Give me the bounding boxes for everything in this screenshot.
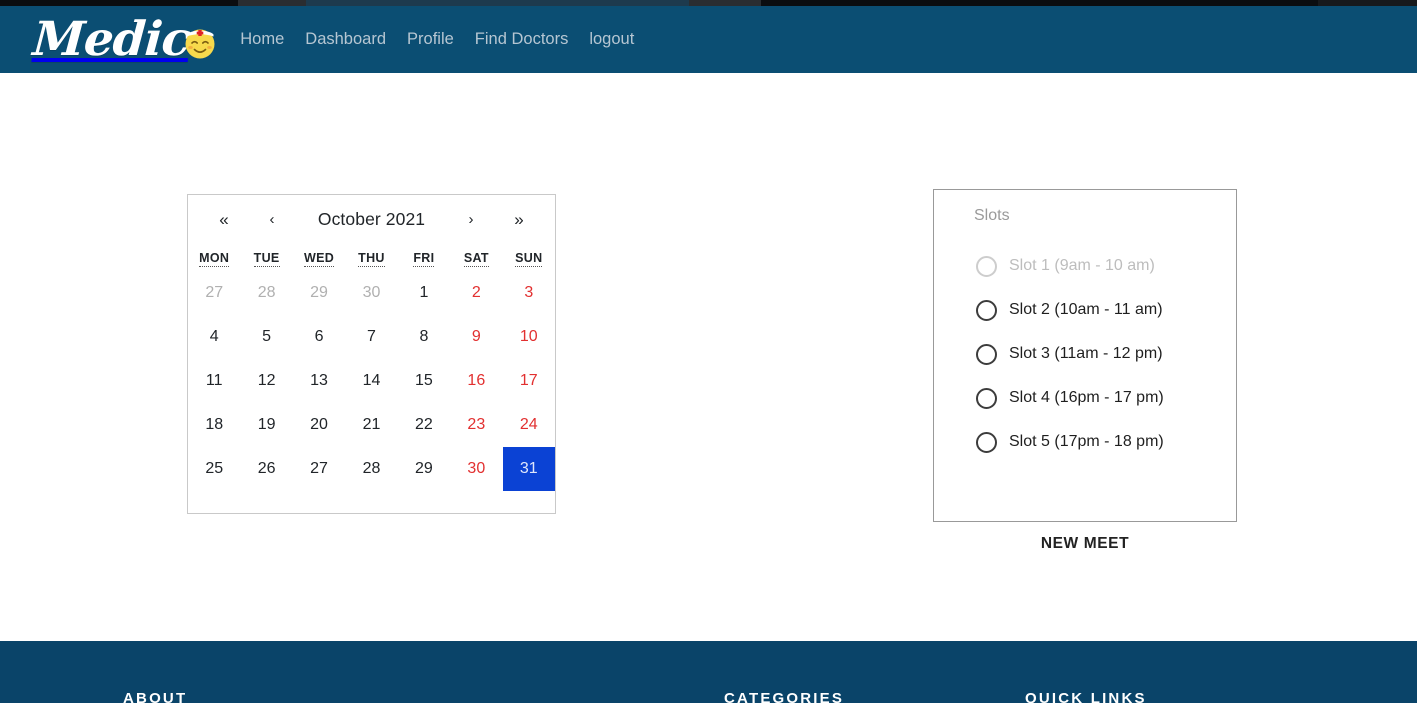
- calendar-day-cell[interactable]: 24: [503, 403, 555, 447]
- calendar-first-button[interactable]: «: [200, 211, 248, 228]
- weekday-label: SUN: [515, 251, 543, 267]
- weekday-label: TUE: [253, 251, 280, 267]
- calendar-day-cell[interactable]: 28: [240, 271, 292, 315]
- slot-option-label: Slot 1 (9am - 10 am): [1009, 257, 1155, 274]
- slot-option-label: Slot 5 (17pm - 18 pm): [1009, 433, 1164, 450]
- radio-button-icon: [976, 255, 997, 277]
- calendar-day-cell[interactable]: 23: [450, 403, 502, 447]
- slot-option-label: Slot 2 (10am - 11 am): [1009, 301, 1163, 318]
- top-navbar: Medic Home Dashboard Profile Find Doctor…: [0, 6, 1417, 73]
- calendar-header: « ‹ October 2021 › »: [188, 195, 555, 243]
- calendar-day-cell[interactable]: 27: [188, 271, 240, 315]
- nav-link-profile[interactable]: Profile: [407, 31, 454, 48]
- calendar-weekday-wed: WED: [293, 243, 345, 271]
- calendar-day-cell[interactable]: 3: [503, 271, 555, 315]
- calendar-weekday-sun: SUN: [503, 243, 555, 271]
- calendar-weekday-sat: SAT: [450, 243, 502, 271]
- calendar-day-cell[interactable]: 17: [503, 359, 555, 403]
- calendar-day-cell[interactable]: 27: [293, 447, 345, 491]
- calendar-day-cell[interactable]: 14: [345, 359, 397, 403]
- calendar-week-row: 18 19 20 21 22 23 24: [188, 403, 555, 447]
- calendar-day-cell[interactable]: 30: [345, 271, 397, 315]
- calendar-weekday-row: MON TUE WED THU FRI SAT SUN: [188, 243, 555, 271]
- slot-option-1: Slot 1 (9am - 10 am): [976, 244, 1216, 288]
- calendar-day-cell[interactable]: 25: [188, 447, 240, 491]
- calendar-grid: MON TUE WED THU FRI SAT SUN 27 28 29 30 1 2 3 4…: [188, 243, 555, 491]
- weekday-label: MON: [199, 251, 230, 267]
- calendar-week-row: 11 12 13 14 15 16 17: [188, 359, 555, 403]
- calendar-day-cell[interactable]: 2: [450, 271, 502, 315]
- radio-button-icon[interactable]: [976, 387, 997, 409]
- slot-option-2[interactable]: Slot 2 (10am - 11 am): [976, 288, 1216, 332]
- radio-button-icon[interactable]: [976, 343, 997, 365]
- calendar-day-cell[interactable]: 18: [188, 403, 240, 447]
- calendar-weekday-mon: MON: [188, 243, 240, 271]
- appointment-calendar: « ‹ October 2021 › » MON TUE WED THU FRI…: [187, 194, 556, 514]
- slot-radio-group: Slot 1 (9am - 10 am) Slot 2 (10am - 11 am…: [976, 244, 1216, 464]
- calendar-day-cell[interactable]: 13: [293, 359, 345, 403]
- nav-link-dashboard[interactable]: Dashboard: [305, 31, 386, 48]
- calendar-day-cell[interactable]: 8: [398, 315, 450, 359]
- nav-links: Home Dashboard Profile Find Doctors logo…: [240, 31, 634, 48]
- calendar-weekday-fri: FRI: [398, 243, 450, 271]
- page-content: « ‹ October 2021 › » MON TUE WED THU FRI…: [0, 73, 1417, 641]
- new-meet-button[interactable]: NEW MEET: [934, 535, 1236, 553]
- slots-panel-title: Slots: [974, 207, 1010, 224]
- calendar-prev-button[interactable]: ‹: [248, 212, 296, 227]
- weekday-label: FRI: [413, 251, 435, 267]
- calendar-day-cell[interactable]: 28: [345, 447, 397, 491]
- footer-heading-categories: CATEGORIES: [724, 690, 845, 707]
- calendar-day-cell[interactable]: 20: [293, 403, 345, 447]
- calendar-week-row: 4 5 6 7 8 9 10: [188, 315, 555, 359]
- calendar-next-button[interactable]: ›: [447, 212, 495, 227]
- calendar-day-cell[interactable]: 1: [398, 271, 450, 315]
- nav-link-logout[interactable]: logout: [589, 31, 634, 48]
- slots-panel: Slots Slot 1 (9am - 10 am) Slot 2 (10am -…: [933, 189, 1237, 552]
- nurse-face-icon: [178, 19, 222, 63]
- calendar-day-cell[interactable]: 30: [450, 447, 502, 491]
- nav-link-home[interactable]: Home: [240, 31, 284, 48]
- calendar-day-cell[interactable]: 21: [345, 403, 397, 447]
- calendar-month-title[interactable]: October 2021: [296, 209, 447, 230]
- calendar-day-cell[interactable]: 12: [240, 359, 292, 403]
- nav-link-find-doctors[interactable]: Find Doctors: [475, 31, 569, 48]
- slot-option-5[interactable]: Slot 5 (17pm - 18 pm): [976, 420, 1216, 464]
- brand-logo[interactable]: Medic: [31, 6, 222, 73]
- footer-heading-about: ABOUT: [123, 690, 188, 707]
- radio-button-icon[interactable]: [976, 431, 997, 453]
- calendar-last-button[interactable]: »: [495, 211, 543, 228]
- calendar-day-selected[interactable]: 31: [502, 447, 555, 491]
- slot-option-3[interactable]: Slot 3 (11am - 12 pm): [976, 332, 1216, 376]
- weekday-label: WED: [304, 251, 335, 267]
- weekday-label: THU: [358, 251, 385, 267]
- calendar-day-cell[interactable]: 16: [450, 359, 502, 403]
- calendar-week-row: 25 26 27 28 29 30 31: [188, 447, 555, 491]
- slot-option-label: Slot 4 (16pm - 17 pm): [1009, 389, 1164, 406]
- calendar-day-cell[interactable]: 26: [240, 447, 292, 491]
- calendar-weekday-tue: TUE: [240, 243, 292, 271]
- calendar-day-cell[interactable]: 29: [398, 447, 450, 491]
- calendar-day-cell[interactable]: 9: [450, 315, 502, 359]
- calendar-day-cell[interactable]: 10: [503, 315, 555, 359]
- calendar-day-cell[interactable]: 4: [188, 315, 240, 359]
- site-footer: ABOUT CATEGORIES QUICK LINKS: [0, 641, 1417, 707]
- calendar-day-cell[interactable]: 15: [398, 359, 450, 403]
- calendar-day-cell[interactable]: 22: [398, 403, 450, 447]
- calendar-day-cell[interactable]: 6: [293, 315, 345, 359]
- slot-option-label: Slot 3 (11am - 12 pm): [1009, 345, 1163, 362]
- slot-option-4[interactable]: Slot 4 (16pm - 17 pm): [976, 376, 1216, 420]
- calendar-day-cell[interactable]: 11: [188, 359, 240, 403]
- calendar-day-cell[interactable]: 19: [240, 403, 292, 447]
- brand-wordmark: Medic: [31, 12, 192, 67]
- weekday-label: SAT: [463, 251, 489, 267]
- calendar-weekday-thu: THU: [345, 243, 397, 271]
- calendar-week-row: 27 28 29 30 1 2 3: [188, 271, 555, 315]
- radio-button-icon[interactable]: [976, 299, 997, 321]
- calendar-day-cell[interactable]: 7: [345, 315, 397, 359]
- calendar-body: 27 28 29 30 1 2 3 4 5 6 7 8 9 10 11 12 13 14 15 16 17 18 19 20 2…: [188, 271, 555, 491]
- calendar-day-cell[interactable]: 29: [293, 271, 345, 315]
- calendar-day-cell[interactable]: 5: [240, 315, 292, 359]
- footer-heading-quick-links: QUICK LINKS: [1025, 690, 1147, 707]
